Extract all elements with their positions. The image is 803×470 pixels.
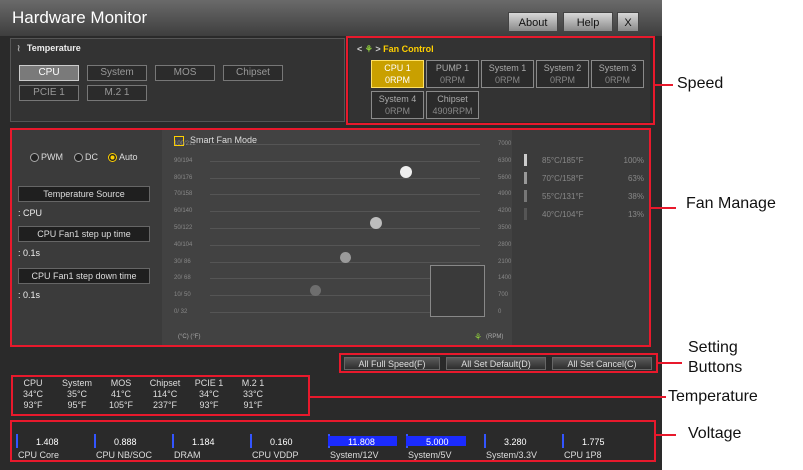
about-button[interactable]: About xyxy=(508,12,558,32)
app-title: Hardware Monitor xyxy=(12,8,148,27)
temperature-header: ≀ Temperature xyxy=(17,43,81,54)
temperature-header-label: Temperature xyxy=(26,43,81,53)
voltage-highlight-box xyxy=(10,420,656,462)
tab-pcie1[interactable]: PCIE 1 xyxy=(19,85,79,101)
setting-buttons-highlight-box xyxy=(339,353,658,373)
fan-manage-callout: Fan Manage xyxy=(686,195,776,212)
fan-manage-callout-line xyxy=(651,207,676,209)
fan-manage-highlight-box xyxy=(10,128,651,347)
help-button[interactable]: Help xyxy=(563,12,613,32)
temperature-callout-line xyxy=(310,396,666,398)
setting-buttons-callout-line xyxy=(658,362,682,364)
speed-callout-line xyxy=(655,84,673,86)
tab-m21[interactable]: M.2 1 xyxy=(87,85,147,101)
tab-chipset[interactable]: Chipset xyxy=(223,65,283,81)
tab-mos[interactable]: MOS xyxy=(155,65,215,81)
tab-cpu[interactable]: CPU xyxy=(19,65,79,81)
speed-callout: Speed xyxy=(677,75,724,92)
speed-highlight-box xyxy=(346,36,655,125)
title-bar: Hardware Monitor About Help X xyxy=(0,0,662,36)
tab-system[interactable]: System xyxy=(87,65,147,81)
temperature-callout: Temperature xyxy=(668,388,758,405)
setting-buttons-callout: Setting Buttons xyxy=(688,338,742,378)
voltage-callout-line xyxy=(656,434,676,436)
temperature-panel: ≀ Temperature CPU System MOS Chipset PCI… xyxy=(10,38,345,122)
close-button[interactable]: X xyxy=(617,12,639,32)
setting-buttons-callout-line1: Setting xyxy=(688,339,738,356)
setting-buttons-callout-line2: Buttons xyxy=(688,359,743,376)
voltage-callout: Voltage xyxy=(688,425,742,442)
thermometer-icon: ≀ xyxy=(17,43,21,53)
temperature-highlight-box xyxy=(11,375,310,416)
